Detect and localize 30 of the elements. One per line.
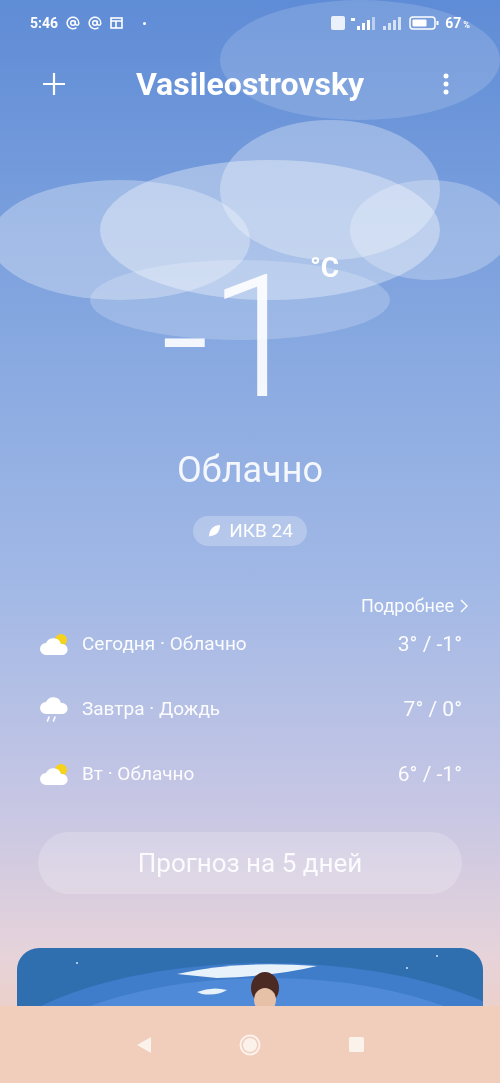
leaf-icon <box>207 524 222 538</box>
forecast-temperature: 3° / -1° <box>397 630 462 658</box>
forecast-temperature: 7° / 0° <box>403 695 462 723</box>
recents-icon[interactable] <box>348 1037 364 1052</box>
status-time: 5:46 <box>30 13 59 33</box>
signal-icon <box>381 16 402 30</box>
home-icon[interactable] <box>238 1033 261 1056</box>
details-link[interactable]: Подробнее <box>361 592 468 619</box>
weather-condition: Облачно <box>176 452 324 488</box>
forecast-day-label: Сегодня · Облачно <box>82 631 248 658</box>
battery-percent: 67 <box>445 13 462 33</box>
dot-icon <box>143 21 147 25</box>
at-sign-icon <box>88 16 103 30</box>
battery-percent-sign: % <box>463 18 470 32</box>
forecast-temperature: 6° / -1° <box>397 760 462 788</box>
at-sign-icon <box>66 16 81 30</box>
chevron-right-icon <box>460 598 468 613</box>
more-vertical-icon <box>443 73 449 95</box>
add-button[interactable] <box>40 70 68 98</box>
current-temperature: -1 <box>160 268 304 408</box>
signal-icon <box>351 16 376 30</box>
calendar-icon <box>110 17 124 29</box>
air-quality-badge[interactable]: ИКВ 24 <box>193 516 307 546</box>
location-title: Vasileostrovsky <box>134 68 366 100</box>
back-icon[interactable] <box>136 1036 151 1053</box>
forecast-day-label: Вт · Облачно <box>82 761 196 788</box>
plus-icon <box>43 73 65 95</box>
battery-icon <box>409 16 440 30</box>
temperature-unit: °C <box>309 254 340 282</box>
forecast-day-label: Завтра · Дождь <box>82 696 222 723</box>
